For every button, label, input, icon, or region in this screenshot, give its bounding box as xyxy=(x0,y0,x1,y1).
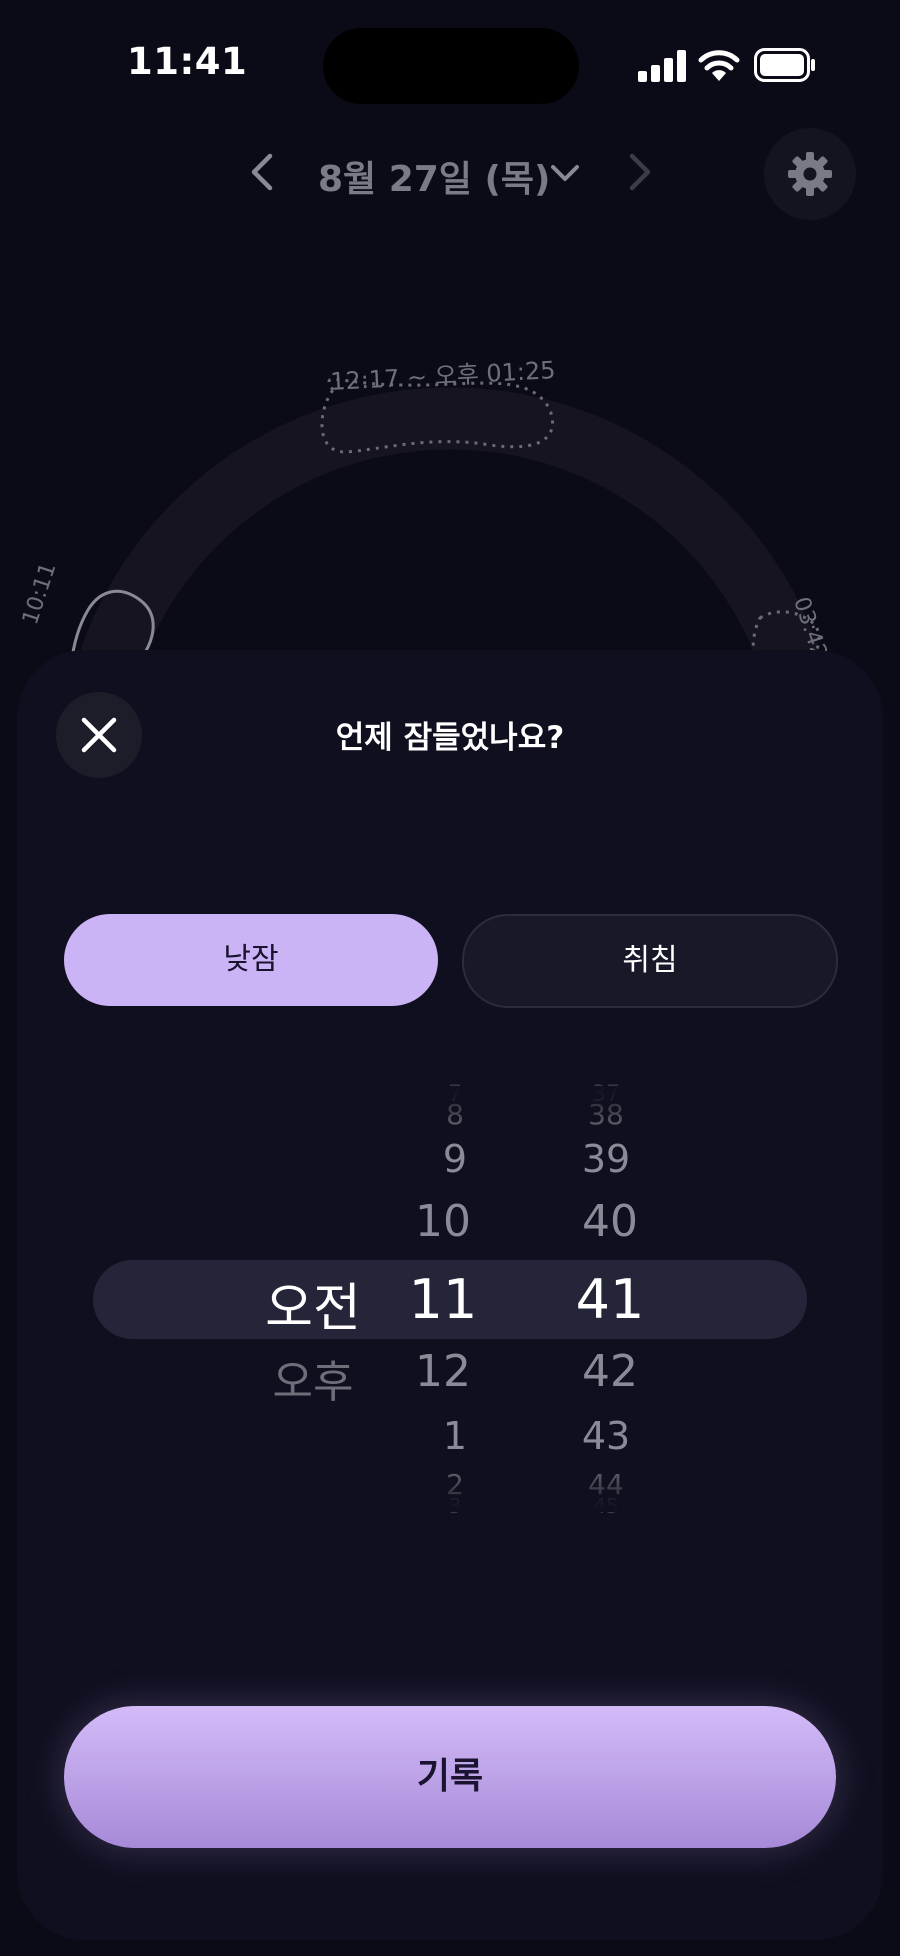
picker-hour-option[interactable]: 9 xyxy=(395,1137,515,1181)
sheet-title: 언제 잠들었나요? xyxy=(335,720,565,756)
wifi-icon xyxy=(698,50,740,81)
picker-minute-option[interactable]: 42 xyxy=(550,1346,670,1397)
date-title[interactable]: 8월 27일 (목) xyxy=(318,150,550,202)
picker-minute-option[interactable]: 40 xyxy=(550,1196,670,1247)
segment-nap[interactable]: 낮잠 xyxy=(64,914,438,1006)
chevron-down-icon[interactable] xyxy=(548,160,582,186)
picker-fade-bottom xyxy=(60,1472,840,1512)
picker-hour-option[interactable]: 1 xyxy=(395,1414,515,1458)
picker-hour-option[interactable]: 12 xyxy=(383,1346,503,1397)
picker-fade-top xyxy=(60,1086,840,1126)
record-button[interactable]: 기록 xyxy=(64,1706,836,1848)
picker-minute-option[interactable]: 43 xyxy=(546,1414,666,1458)
picker-hour-option[interactable]: 10 xyxy=(383,1196,503,1247)
segment-sleep[interactable]: 취침 xyxy=(462,914,838,1008)
previous-day-chevron-icon[interactable] xyxy=(244,150,280,194)
next-day-chevron-icon[interactable] xyxy=(622,150,658,194)
settings-button[interactable] xyxy=(764,128,856,220)
sleep-dial xyxy=(69,377,821,700)
picker-minute-option[interactable]: 39 xyxy=(546,1137,666,1181)
gear-icon xyxy=(788,152,832,196)
picker-period-option[interactable]: 오후 xyxy=(253,1346,373,1410)
dynamic-island xyxy=(323,28,579,104)
cellular-signal-icon xyxy=(638,50,686,82)
battery-icon xyxy=(754,48,815,82)
status-time: 11:41 xyxy=(127,40,248,83)
picker-minute-selected[interactable]: 41 xyxy=(550,1268,670,1331)
picker-period-selected[interactable]: 오전 xyxy=(253,1266,373,1341)
picker-hour-selected[interactable]: 11 xyxy=(383,1268,503,1331)
